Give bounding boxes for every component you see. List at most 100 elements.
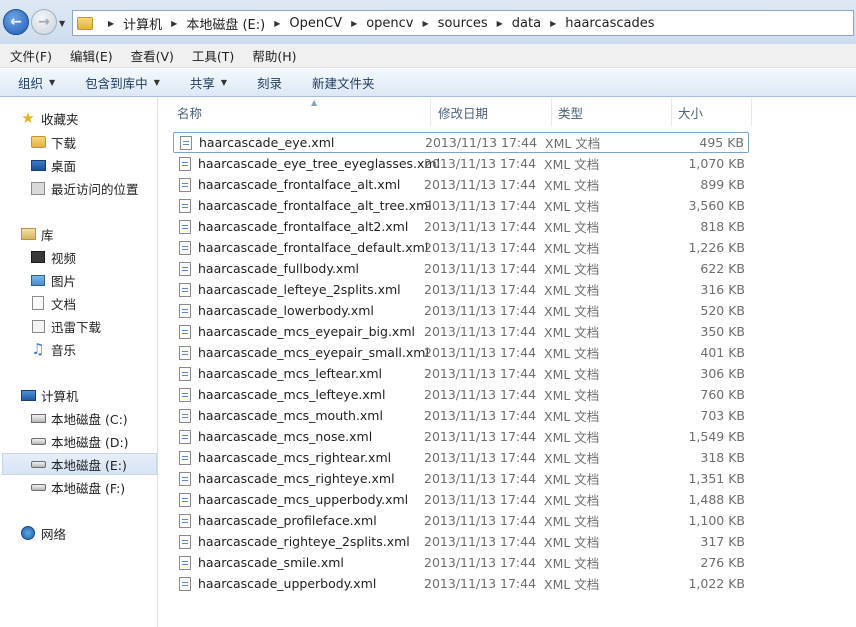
sidebar-item-label: 本地磁盘 (C:) [51,411,128,427]
menu-view[interactable]: 查看(V) [131,46,174,65]
sidebar-item-libraries[interactable]: 库 [20,223,157,245]
sidebar-item-favorites[interactable]: ★ 收藏夹 [20,107,157,129]
menu-tools[interactable]: 工具(T) [192,46,234,65]
file-date: 2013/11/13 17:44 [424,576,537,591]
table-row[interactable]: haarcascade_mcs_lefteye.xml 2013/11/13 17… [173,384,749,405]
file-date: 2013/11/13 17:44 [424,366,537,381]
xml-file-icon [179,324,191,339]
sidebar-item-pictures[interactable]: 图片 [30,269,157,291]
drive-icon [30,434,46,448]
back-arrow-icon[interactable]: ← [3,9,29,35]
sidebar-item-recent-places[interactable]: 最近访问的位置 [30,177,157,199]
music-note-icon: ♫ [31,340,45,358]
table-row[interactable]: haarcascade_mcs_leftear.xml 2013/11/13 17… [173,363,749,384]
column-header-name[interactable]: 名称 ▲ [171,98,431,126]
chevron-right-icon[interactable]: ▶ [351,19,357,28]
file-size: 703 KB [700,408,745,423]
chevron-right-icon[interactable]: ▶ [108,19,114,28]
table-row[interactable]: haarcascade_mcs_righteye.xml 2013/11/13 1… [173,468,749,489]
network-icon [20,526,36,540]
table-row[interactable]: haarcascade_mcs_rightear.xml 2013/11/13 1… [173,447,749,468]
breadcrumb-haarcascades[interactable]: haarcascades [565,16,654,31]
file-date: 2013/11/13 17:44 [424,408,537,423]
sidebar-item-downloads[interactable]: 下载 [30,131,157,153]
chevron-right-icon[interactable]: ▶ [274,19,280,28]
table-row[interactable]: haarcascade_mcs_eyepair_big.xml 2013/11/1… [173,321,749,342]
breadcrumb-computer[interactable]: 计算机 [123,14,162,33]
table-row[interactable]: haarcascade_eye.xml 2013/11/13 17:44 XML 文… [173,132,749,153]
file-name: haarcascade_frontalface_alt2.xml [198,219,409,234]
table-row[interactable]: haarcascade_mcs_upperbody.xml 2013/11/13 … [173,489,749,510]
file-name: haarcascade_fullbody.xml [198,261,359,276]
video-icon [30,250,46,264]
table-row[interactable]: haarcascade_frontalface_alt2.xml 2013/11/… [173,216,749,237]
sidebar-item-documents[interactable]: 文档 [30,292,157,314]
chevron-right-icon[interactable]: ▶ [171,19,177,28]
table-row[interactable]: haarcascade_righteye_2splits.xml 2013/11/… [173,531,749,552]
column-header-type[interactable]: 类型 [552,98,672,126]
menu-help[interactable]: 帮助(H) [252,46,296,65]
table-row[interactable]: haarcascade_mcs_eyepair_small.xml 2013/11… [173,342,749,363]
sidebar-item-label: 迅雷下载 [51,319,102,335]
sidebar-item-label: 计算机 [41,388,79,404]
file-name: haarcascade_mcs_eyepair_big.xml [198,324,415,339]
computer-icon [20,388,36,402]
xml-file-icon [179,303,191,318]
recent-pages-dropdown-icon[interactable]: ▼ [59,19,65,28]
sidebar-item-computer[interactable]: 计算机 [20,384,157,406]
table-row[interactable]: haarcascade_upperbody.xml 2013/11/13 17:4… [173,573,749,594]
table-row[interactable]: haarcascade_fullbody.xml 2013/11/13 17:44… [173,258,749,279]
table-row[interactable]: haarcascade_lowerbody.xml 2013/11/13 17:4… [173,300,749,321]
breadcrumb-opencv[interactable]: opencv [366,16,413,31]
table-row[interactable]: haarcascade_frontalface_alt_tree.xml 2013… [173,195,749,216]
table-row[interactable]: haarcascade_mcs_mouth.xml 2013/11/13 17:4… [173,405,749,426]
file-size: 760 KB [700,387,745,402]
include-in-library-button[interactable]: 包含到库中 ▼ [85,73,160,92]
breadcrumb-opencv-root[interactable]: OpenCV [289,16,342,31]
new-folder-button[interactable]: 新建文件夹 [312,73,375,92]
table-row[interactable]: haarcascade_lefteye_2splits.xml 2013/11/1… [173,279,749,300]
file-name: haarcascade_mcs_nose.xml [198,429,373,444]
table-row[interactable]: haarcascade_frontalface_default.xml 2013/… [173,237,749,258]
column-header-size[interactable]: 大小 [672,98,752,126]
xml-file-icon [179,429,191,444]
menu-file[interactable]: 文件(F) [10,46,52,65]
file-list: 名称 ▲ 修改日期 类型 大小 haarcascade_eye.xml 2013/… [159,98,856,627]
file-date: 2013/11/13 17:44 [424,261,537,276]
file-size: 1,070 KB [688,156,745,171]
sidebar-item-network[interactable]: 网络 [20,522,157,544]
column-header-label: 修改日期 [438,105,489,121]
file-date: 2013/11/13 17:44 [424,324,537,339]
breadcrumb-sources[interactable]: sources [438,16,488,31]
sidebar-item-label: 库 [41,227,54,243]
drive-icon [30,480,46,494]
chevron-right-icon[interactable]: ▶ [423,19,429,28]
sidebar-item-music[interactable]: ♫ 音乐 [30,338,157,360]
sidebar-item-drive-e[interactable]: 本地磁盘 (E:) [2,453,157,475]
table-row[interactable]: haarcascade_eye_tree_eyeglasses.xml 2013/… [173,153,749,174]
burn-button[interactable]: 刻录 [257,73,282,92]
file-type: XML 文档 [544,199,600,214]
column-header-date[interactable]: 修改日期 [432,98,552,126]
breadcrumb-data[interactable]: data [512,16,541,31]
chevron-right-icon[interactable]: ▶ [497,19,503,28]
share-button[interactable]: 共享 ▼ [190,73,227,92]
sidebar-item-desktop[interactable]: 桌面 [30,154,157,176]
menu-edit[interactable]: 编辑(E) [70,46,113,65]
chevron-right-icon[interactable]: ▶ [550,19,556,28]
sidebar-item-drive-c[interactable]: 本地磁盘 (C:) [30,407,157,429]
sidebar-item-videos[interactable]: 视频 [30,246,157,268]
organize-button[interactable]: 组织 ▼ [18,73,55,92]
sidebar-item-drive-d[interactable]: 本地磁盘 (D:) [30,430,157,452]
forward-arrow-icon[interactable]: → [31,9,57,35]
sidebar-item-drive-f[interactable]: 本地磁盘 (F:) [30,476,157,498]
xml-file-icon [179,156,191,171]
table-row[interactable]: haarcascade_smile.xml 2013/11/13 17:44 XML… [173,552,749,573]
table-row[interactable]: haarcascade_mcs_nose.xml 2013/11/13 17:44… [173,426,749,447]
breadcrumb[interactable]: ▶ 计算机 ▶ 本地磁盘 (E:) ▶ OpenCV ▶ opencv ▶ so… [72,10,854,36]
sidebar-item-xunlei-downloads[interactable]: 迅雷下载 [30,315,157,337]
table-row[interactable]: haarcascade_profileface.xml 2013/11/13 17… [173,510,749,531]
breadcrumb-drive-e[interactable]: 本地磁盘 (E:) [186,14,265,33]
table-row[interactable]: haarcascade_frontalface_alt.xml 2013/11/1… [173,174,749,195]
file-name: haarcascade_smile.xml [198,555,344,570]
